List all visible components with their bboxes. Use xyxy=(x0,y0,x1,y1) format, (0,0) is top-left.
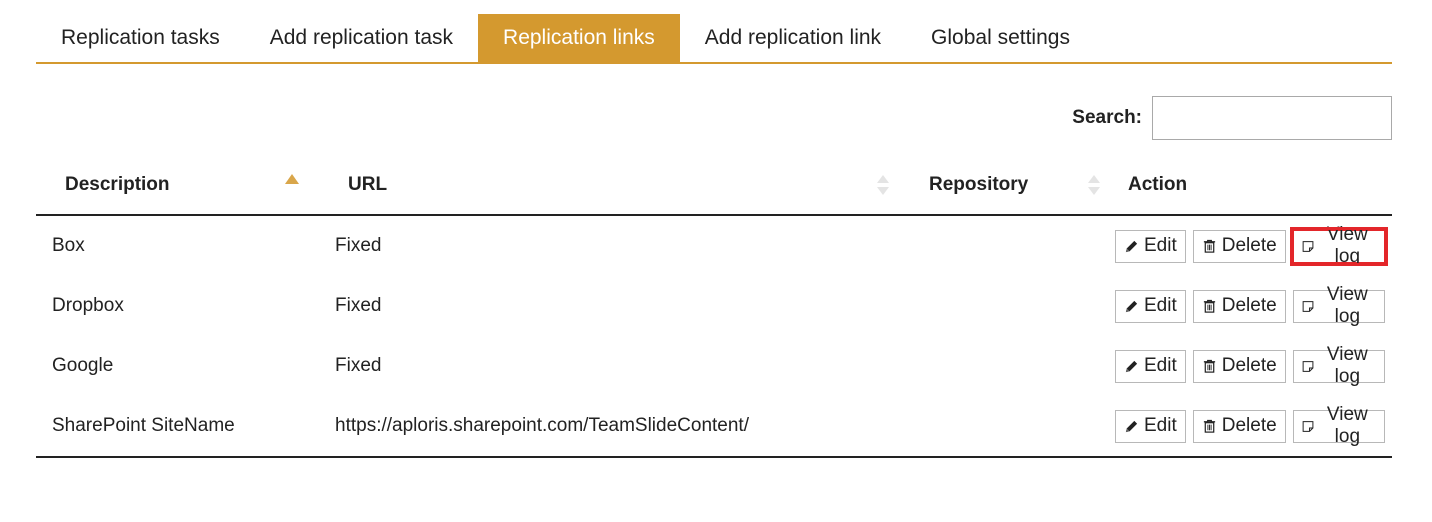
edit-button[interactable]: Edit xyxy=(1115,229,1186,263)
column-header-label: Repository xyxy=(929,174,1029,195)
delete-button[interactable]: Delete xyxy=(1192,409,1286,443)
view-log-button-label: View log xyxy=(1326,224,1368,267)
cell-description: Dropbox xyxy=(52,295,124,316)
cell-repository xyxy=(900,276,1111,336)
note-icon xyxy=(1302,300,1314,312)
delete-button-label: Delete xyxy=(1221,235,1277,256)
view-log-button-label: View log xyxy=(1326,284,1368,327)
edit-button-label: Edit xyxy=(1144,295,1177,316)
view-log-button-label: View log xyxy=(1326,344,1368,387)
edit-button[interactable]: Edit xyxy=(1115,409,1186,443)
tab-global-settings[interactable]: Global settings xyxy=(906,14,1095,62)
delete-button[interactable]: Delete xyxy=(1192,229,1286,263)
trash-icon xyxy=(1203,239,1215,253)
cell-description: Box xyxy=(52,235,85,256)
column-header-url[interactable]: URL xyxy=(319,156,900,216)
search-label: Search: xyxy=(1072,107,1142,128)
view-log-button[interactable]: View log xyxy=(1292,344,1385,387)
cell-actions: Edit Delete View log xyxy=(1111,215,1392,276)
delete-button-label: Delete xyxy=(1221,295,1277,316)
replication-links-table: Description URL Repository Action Box Fi… xyxy=(36,156,1392,458)
view-log-button[interactable]: View log xyxy=(1292,404,1385,447)
cell-description: Google xyxy=(52,355,114,376)
column-header-label: URL xyxy=(348,174,388,195)
column-header-action: Action xyxy=(1111,156,1392,216)
cell-url: https://aploris.sharepoint.com/TeamSlide… xyxy=(319,396,900,458)
tab-add-replication-task[interactable]: Add replication task xyxy=(245,14,478,62)
edit-button[interactable]: Edit xyxy=(1115,289,1186,323)
view-log-button[interactable]: View log xyxy=(1292,284,1385,327)
pencil-icon xyxy=(1125,360,1138,372)
edit-button-label: Edit xyxy=(1144,235,1177,256)
cell-repository xyxy=(900,396,1111,458)
pencil-icon xyxy=(1125,300,1138,312)
cell-actions: Edit Delete View log xyxy=(1111,276,1392,336)
edit-button-label: Edit xyxy=(1144,415,1177,436)
trash-icon xyxy=(1203,359,1215,373)
edit-button[interactable]: Edit xyxy=(1115,349,1186,383)
tab-add-replication-link[interactable]: Add replication link xyxy=(680,14,906,62)
sort-ascending-icon xyxy=(285,174,299,184)
table-header-row: Description URL Repository Action xyxy=(36,156,1392,216)
delete-button-label: Delete xyxy=(1221,415,1277,436)
delete-button-label: Delete xyxy=(1221,355,1277,376)
sort-both-icon xyxy=(1087,175,1101,197)
cell-repository xyxy=(900,336,1111,396)
note-icon xyxy=(1302,360,1314,372)
trash-icon xyxy=(1203,419,1215,433)
table-row: Google Fixed Edit Delete View log xyxy=(36,336,1392,396)
table-row: Box Fixed Edit Delete View log xyxy=(36,215,1392,276)
column-header-label: Description xyxy=(65,174,170,195)
pencil-icon xyxy=(1125,240,1138,252)
note-icon xyxy=(1302,240,1314,252)
delete-button[interactable]: Delete xyxy=(1192,289,1286,323)
tab-bar: Replication tasks Add replication task R… xyxy=(36,14,1392,64)
delete-button[interactable]: Delete xyxy=(1192,349,1286,383)
tab-replication-links[interactable]: Replication links xyxy=(478,14,680,62)
sort-both-icon xyxy=(876,175,890,197)
tab-replication-tasks[interactable]: Replication tasks xyxy=(36,14,245,62)
column-header-repository[interactable]: Repository xyxy=(900,156,1111,216)
search-input[interactable] xyxy=(1152,96,1392,140)
pencil-icon xyxy=(1125,420,1138,432)
trash-icon xyxy=(1203,299,1215,313)
cell-url: Fixed xyxy=(335,235,382,256)
cell-description: SharePoint SiteName xyxy=(36,396,319,458)
column-header-description[interactable]: Description xyxy=(36,156,319,216)
cell-url: Fixed xyxy=(335,295,382,316)
cell-actions: Edit Delete View log xyxy=(1111,336,1392,396)
view-log-button-label: View log xyxy=(1326,404,1368,447)
search-area: Search: xyxy=(1072,96,1392,140)
cell-actions: Edit Delete View log xyxy=(1111,396,1392,458)
table-row: Dropbox Fixed Edit Delete View log xyxy=(36,276,1392,336)
note-icon xyxy=(1302,420,1314,432)
view-log-button[interactable]: View log xyxy=(1289,224,1389,267)
table-row: SharePoint SiteName https://aploris.shar… xyxy=(36,396,1392,458)
column-header-label: Action xyxy=(1128,174,1188,195)
cell-repository xyxy=(900,215,1111,276)
cell-url: Fixed xyxy=(335,355,382,376)
edit-button-label: Edit xyxy=(1144,355,1177,376)
